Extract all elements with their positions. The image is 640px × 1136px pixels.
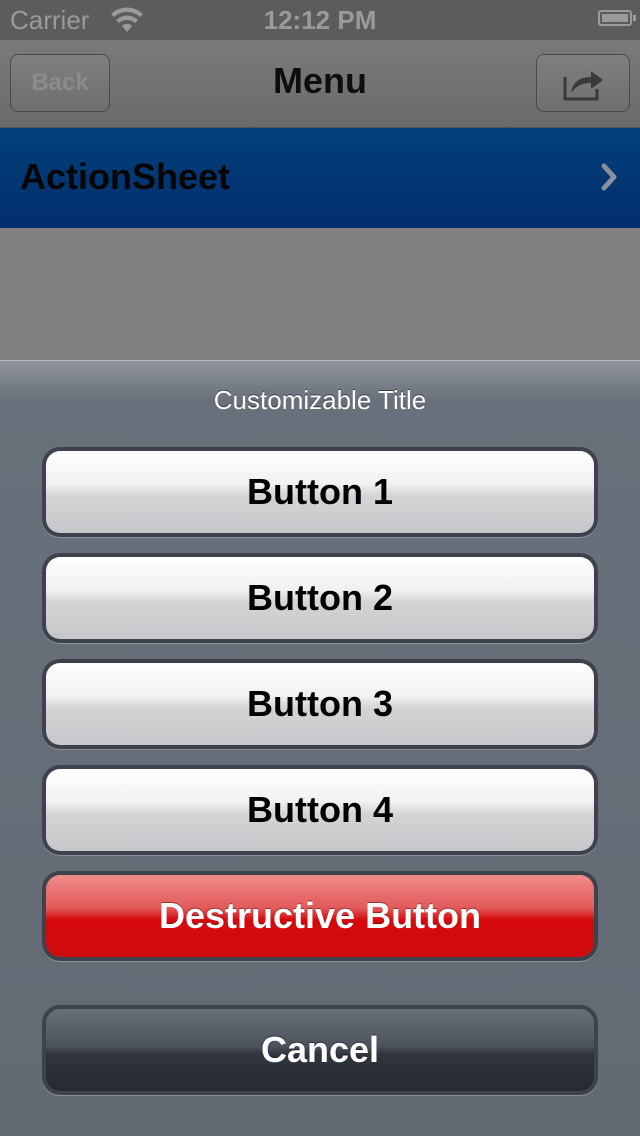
- action-button-1[interactable]: Button 1: [42, 447, 598, 537]
- button-label: Button 3: [46, 663, 594, 745]
- button-label: Button 4: [46, 769, 594, 851]
- cell-label: ActionSheet: [20, 156, 231, 197]
- button-label: Button 1: [46, 451, 594, 533]
- clock-label: 12:12 PM: [263, 5, 377, 35]
- status-bar: Carrier 12:12 PM: [0, 0, 640, 40]
- action-sheet-title: Customizable Title: [213, 385, 427, 415]
- share-icon: [563, 71, 603, 101]
- battery-icon: [598, 10, 636, 26]
- button-label: Destructive Button: [46, 875, 594, 957]
- button-label: Button 2: [46, 557, 594, 639]
- cancel-button[interactable]: Cancel: [42, 1005, 598, 1095]
- button-label: Cancel: [46, 1009, 594, 1091]
- chevron-right-icon: [601, 163, 617, 191]
- destructive-button[interactable]: Destructive Button: [42, 871, 598, 961]
- share-button[interactable]: [536, 54, 630, 112]
- screen: Carrier 12:12 PM Back Menu ActionSheet C…: [0, 0, 640, 1136]
- action-sheet: Customizable Title Button 1 Button 2 But…: [0, 360, 640, 1136]
- action-button-3[interactable]: Button 3: [42, 659, 598, 749]
- action-button-4[interactable]: Button 4: [42, 765, 598, 855]
- navigation-bar: Back Menu: [0, 40, 640, 128]
- action-button-2[interactable]: Button 2: [42, 553, 598, 643]
- table-row-actionsheet[interactable]: ActionSheet: [0, 128, 640, 228]
